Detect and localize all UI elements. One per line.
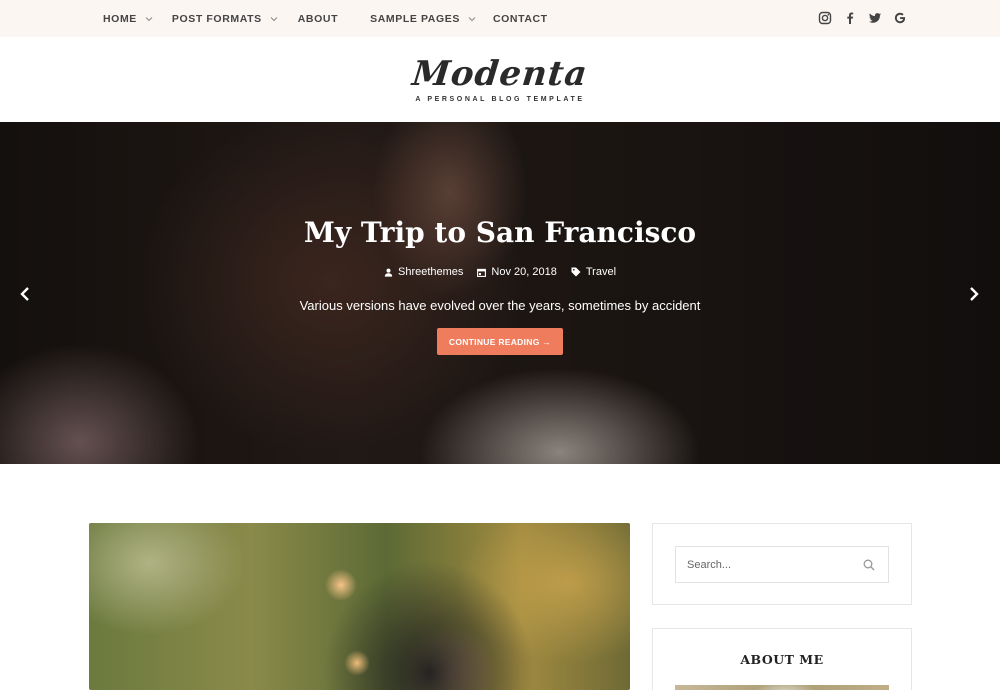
nav-item-label: SAMPLE PAGES [370, 12, 460, 25]
site-tagline: A PERSONAL BLOG TEMPLATE [415, 96, 585, 103]
post-date[interactable]: Nov 20, 2018 [477, 266, 557, 278]
facebook-icon[interactable] [843, 11, 857, 25]
chevron-down-icon [270, 15, 278, 23]
search-icon[interactable] [863, 559, 875, 571]
google-icon[interactable] [893, 11, 907, 25]
post-category[interactable]: Travel [571, 266, 616, 278]
search-input[interactable] [676, 547, 888, 582]
social-links [818, 11, 907, 25]
site-header: Modenta A PERSONAL BLOG TEMPLATE [0, 37, 1000, 122]
top-bar: HOME POST FORMATS ABOUT SAMPLE PAGES CON… [0, 0, 1000, 37]
nav-item-about[interactable]: ABOUT [298, 13, 338, 25]
post-author-name: Shreethemes [397, 266, 464, 278]
about-image [675, 685, 889, 690]
nav-item-sample-pages[interactable]: SAMPLE PAGES [370, 13, 476, 25]
hero-slider: My Trip to San Francisco Shreethemes Nov… [0, 122, 1000, 464]
hero-image [0, 122, 1000, 464]
user-icon [384, 268, 393, 277]
tag-icon [571, 267, 581, 277]
about-widget: ABOUT ME [652, 628, 912, 690]
continue-reading-button[interactable]: CONTINUE READING → [437, 328, 563, 355]
site-logo[interactable]: Modenta [0, 54, 1000, 94]
search-widget [652, 523, 912, 605]
post-author[interactable]: Shreethemes [384, 266, 463, 278]
hero-post-excerpt: Various versions have evolved over the y… [299, 298, 701, 313]
instagram-icon[interactable] [818, 11, 832, 25]
twitter-icon[interactable] [868, 11, 882, 25]
nav-item-label: ABOUT [297, 12, 339, 25]
hero-post-title[interactable]: My Trip to San Francisco [0, 216, 1000, 249]
post-featured-image[interactable] [89, 523, 630, 690]
chevron-down-icon [145, 15, 153, 23]
nav-item-post-formats[interactable]: POST FORMATS [172, 13, 278, 25]
about-widget-title: ABOUT ME [740, 652, 824, 667]
chevron-down-icon [468, 15, 476, 23]
nav-item-home[interactable]: HOME [103, 13, 153, 25]
nav-item-contact[interactable]: CONTACT [493, 13, 548, 25]
nav-item-label: POST FORMATS [171, 12, 262, 25]
post-category-name: Travel [585, 266, 617, 278]
nav-item-label: HOME [103, 12, 137, 25]
calendar-icon [477, 268, 487, 277]
search-form [675, 546, 889, 583]
hero-post-meta: Shreethemes Nov 20, 2018 Travel [0, 266, 1000, 278]
nav-item-label: CONTACT [492, 12, 548, 25]
post-date-text: Nov 20, 2018 [491, 266, 557, 278]
main-nav: HOME POST FORMATS ABOUT SAMPLE PAGES CON… [103, 0, 548, 37]
